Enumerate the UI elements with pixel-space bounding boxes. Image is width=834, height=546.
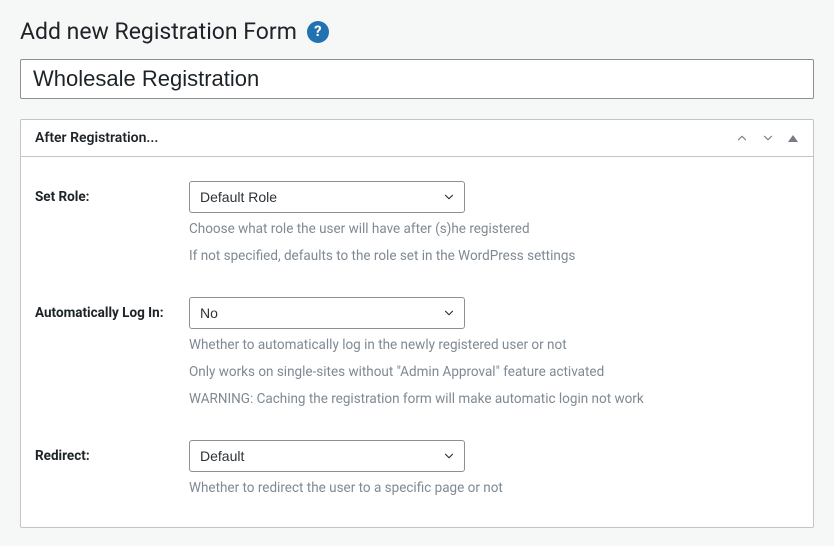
field-auto-login: Automatically Log In: No Whether to auto…	[35, 297, 799, 410]
auto-login-help-1: Whether to automatically log in the newl…	[189, 335, 799, 356]
field-set-role: Set Role: Default Role Choose what role …	[35, 181, 799, 267]
field-redirect: Redirect: Default Whether to redirect th…	[35, 440, 799, 499]
panel-controls	[735, 131, 799, 145]
move-down-icon[interactable]	[761, 131, 775, 145]
redirect-label: Redirect:	[35, 440, 189, 464]
page-title: Add new Registration Form ?	[20, 18, 814, 45]
auto-login-label: Automatically Log In:	[35, 297, 189, 321]
auto-login-select[interactable]: No	[189, 297, 465, 329]
page-title-text: Add new Registration Form	[20, 18, 297, 45]
after-registration-panel: After Registration... Set Role: Default	[20, 119, 814, 528]
set-role-label: Set Role:	[35, 181, 189, 205]
move-up-icon[interactable]	[735, 131, 749, 145]
help-icon[interactable]: ?	[307, 21, 329, 43]
auto-login-help-2: Only works on single-sites without "Admi…	[189, 362, 799, 383]
redirect-select[interactable]: Default	[189, 440, 465, 472]
panel-header[interactable]: After Registration...	[21, 120, 813, 157]
auto-login-help-3: WARNING: Caching the registration form w…	[189, 389, 799, 410]
collapse-icon[interactable]	[787, 132, 799, 144]
panel-header-title: After Registration...	[35, 130, 158, 146]
redirect-help-1: Whether to redirect the user to a specif…	[189, 478, 799, 499]
set-role-help-2: If not specified, defaults to the role s…	[189, 246, 799, 267]
form-title-input[interactable]	[20, 59, 814, 99]
set-role-select[interactable]: Default Role	[189, 181, 465, 213]
panel-body: Set Role: Default Role Choose what role …	[21, 157, 813, 527]
set-role-help-1: Choose what role the user will have afte…	[189, 219, 799, 240]
